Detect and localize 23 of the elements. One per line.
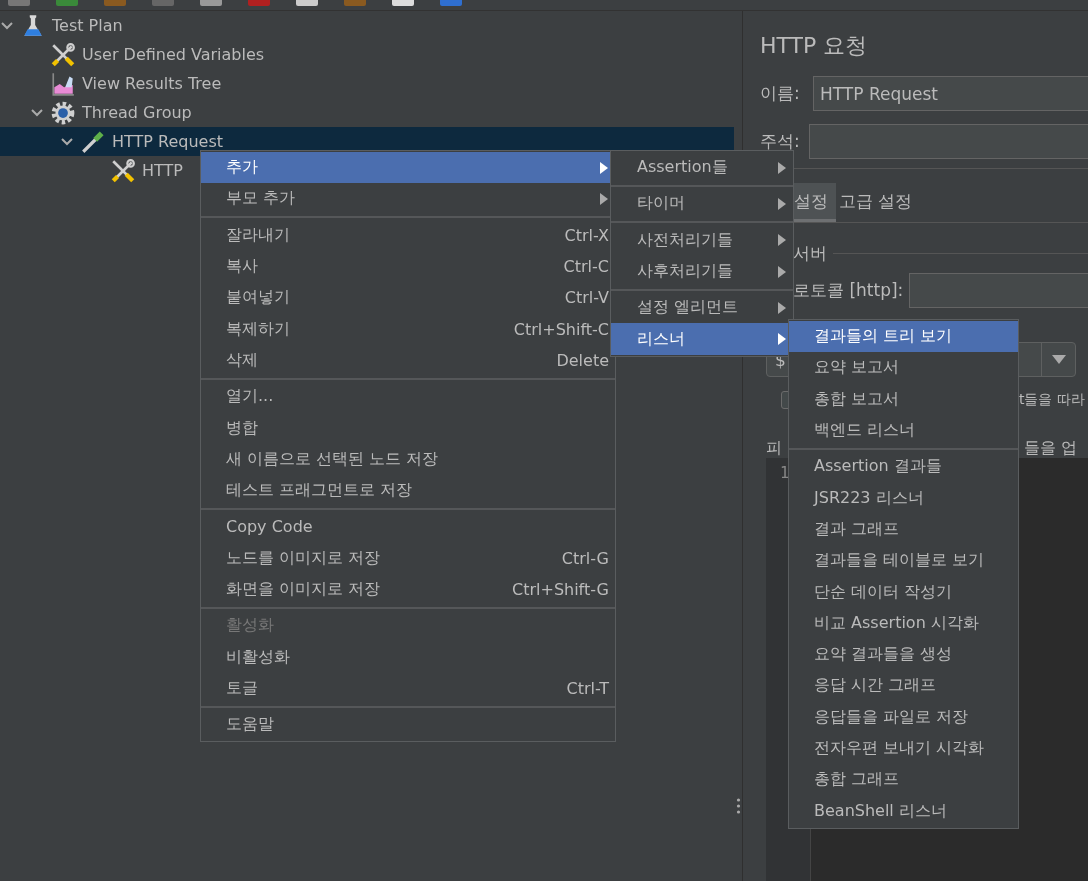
field-label: 주석: bbox=[760, 130, 801, 153]
tree-label: HTTP bbox=[142, 161, 183, 180]
section-label: 피 bbox=[766, 438, 782, 458]
shortcut-label: Ctrl+Shift-C bbox=[513, 319, 609, 339]
field-label: 로토콜 [http]: bbox=[793, 279, 904, 302]
shortcut-label: Delete bbox=[556, 350, 609, 370]
line-number: 1 bbox=[780, 464, 790, 482]
shortcut-label: Ctrl-T bbox=[566, 678, 609, 698]
tree-label: Test Plan bbox=[52, 16, 123, 35]
shortcut-label: Ctrl-X bbox=[564, 225, 609, 245]
panel-title: HTTP 요청 bbox=[760, 32, 869, 60]
section-label: 들을 업 bbox=[1024, 438, 1078, 458]
checkbox-label: t들을 따라 bbox=[1019, 391, 1085, 409]
tree-label: Thread Group bbox=[82, 103, 192, 122]
field-label: 이름: bbox=[760, 82, 801, 105]
shortcut-label: Ctrl+Shift-G bbox=[512, 580, 609, 599]
shortcut-label: Ctrl-V bbox=[564, 288, 609, 308]
tree-label: View Results Tree bbox=[82, 74, 222, 93]
group-label: 서버 bbox=[793, 242, 827, 265]
tree-label: User Defined Variables bbox=[82, 45, 265, 64]
shortcut-label: Ctrl-G bbox=[561, 548, 609, 568]
tree-label: HTTP Request bbox=[112, 132, 224, 151]
shortcut-label: Ctrl-C bbox=[563, 257, 609, 277]
